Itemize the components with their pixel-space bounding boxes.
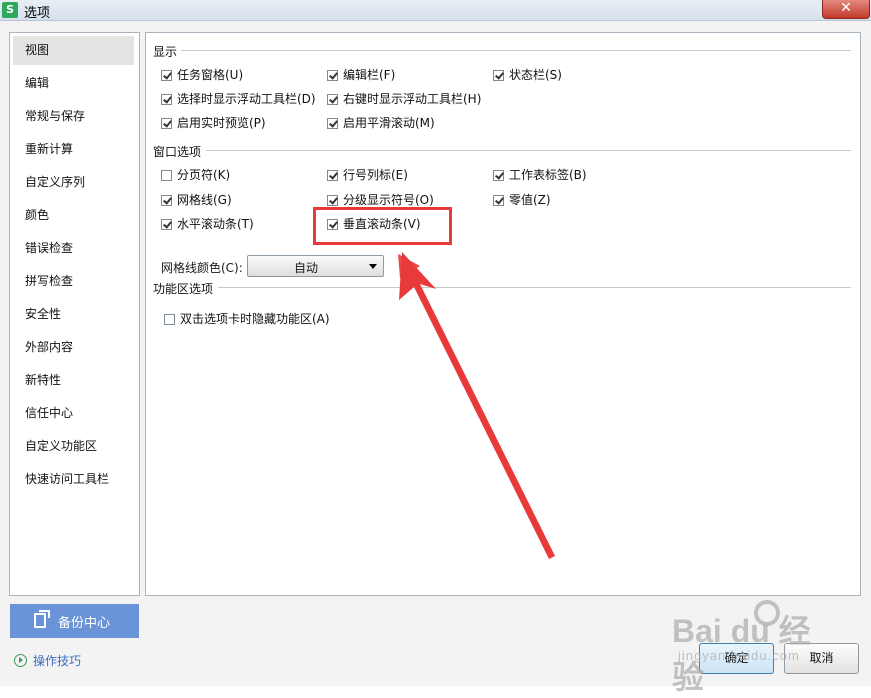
annotation-arrow: [398, 252, 555, 559]
